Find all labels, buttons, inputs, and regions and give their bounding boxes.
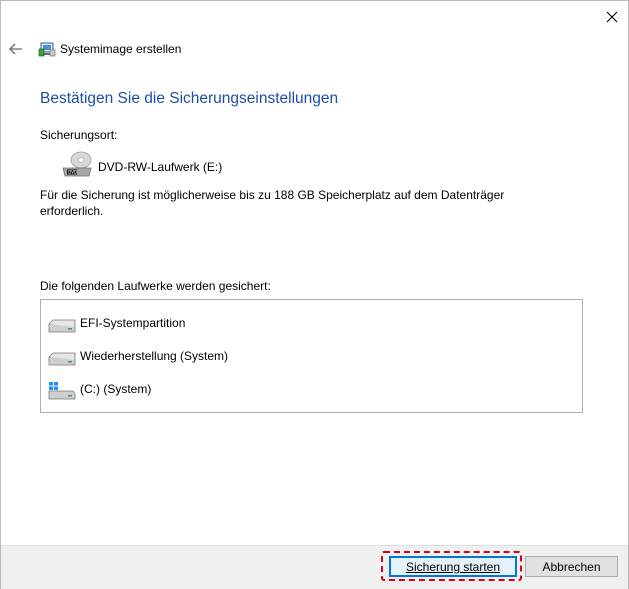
backup-app-icon [38,42,56,57]
drive-label: Wiederherstellung (System) [80,349,229,363]
header-bar: Systemimage erstellen [1,35,628,63]
close-button[interactable] [598,5,626,29]
backup-location-drive: DVD-RW-Laufwerk (E:) [98,160,223,174]
backup-location-label: Sicherungsort: [40,128,118,142]
list-item[interactable]: Wiederherstellung (System) [41,343,582,369]
back-arrow-icon [9,43,22,55]
back-button[interactable] [5,39,27,59]
page-heading: Bestätigen Sie die Sicherungseinstellung… [40,90,339,107]
start-backup-button[interactable]: Sicherung starten [389,556,517,577]
drives-list[interactable]: EFI-Systempartition Wiederherstellung (S… [40,299,583,413]
list-item[interactable]: (C:) (System) [41,376,582,402]
hard-drive-icon [48,352,76,366]
space-info-text: Für die Sicherung ist möglicherweise bis… [40,188,505,218]
window-title: Systemimage erstellen [60,42,182,56]
svg-text:DVD: DVD [68,170,77,175]
drives-list-label: Die folgenden Laufwerke werden gesichert… [40,279,271,293]
hard-drive-icon [48,319,76,333]
windows-drive-icon [48,382,76,400]
footer-bar: Sicherung starten Abbrechen [1,545,628,589]
list-item[interactable]: EFI-Systempartition [41,310,582,336]
drive-label: (C:) (System) [80,382,152,396]
dialog-window: Systemimage erstellen Bestätigen Sie die… [0,0,629,589]
drive-label: EFI-Systempartition [80,316,186,330]
dvd-drive-icon: DVD [62,151,92,177]
cancel-button[interactable]: Abbrechen [525,556,618,577]
close-icon [606,11,618,23]
start-backup-label: Sicherung starten [405,559,501,574]
